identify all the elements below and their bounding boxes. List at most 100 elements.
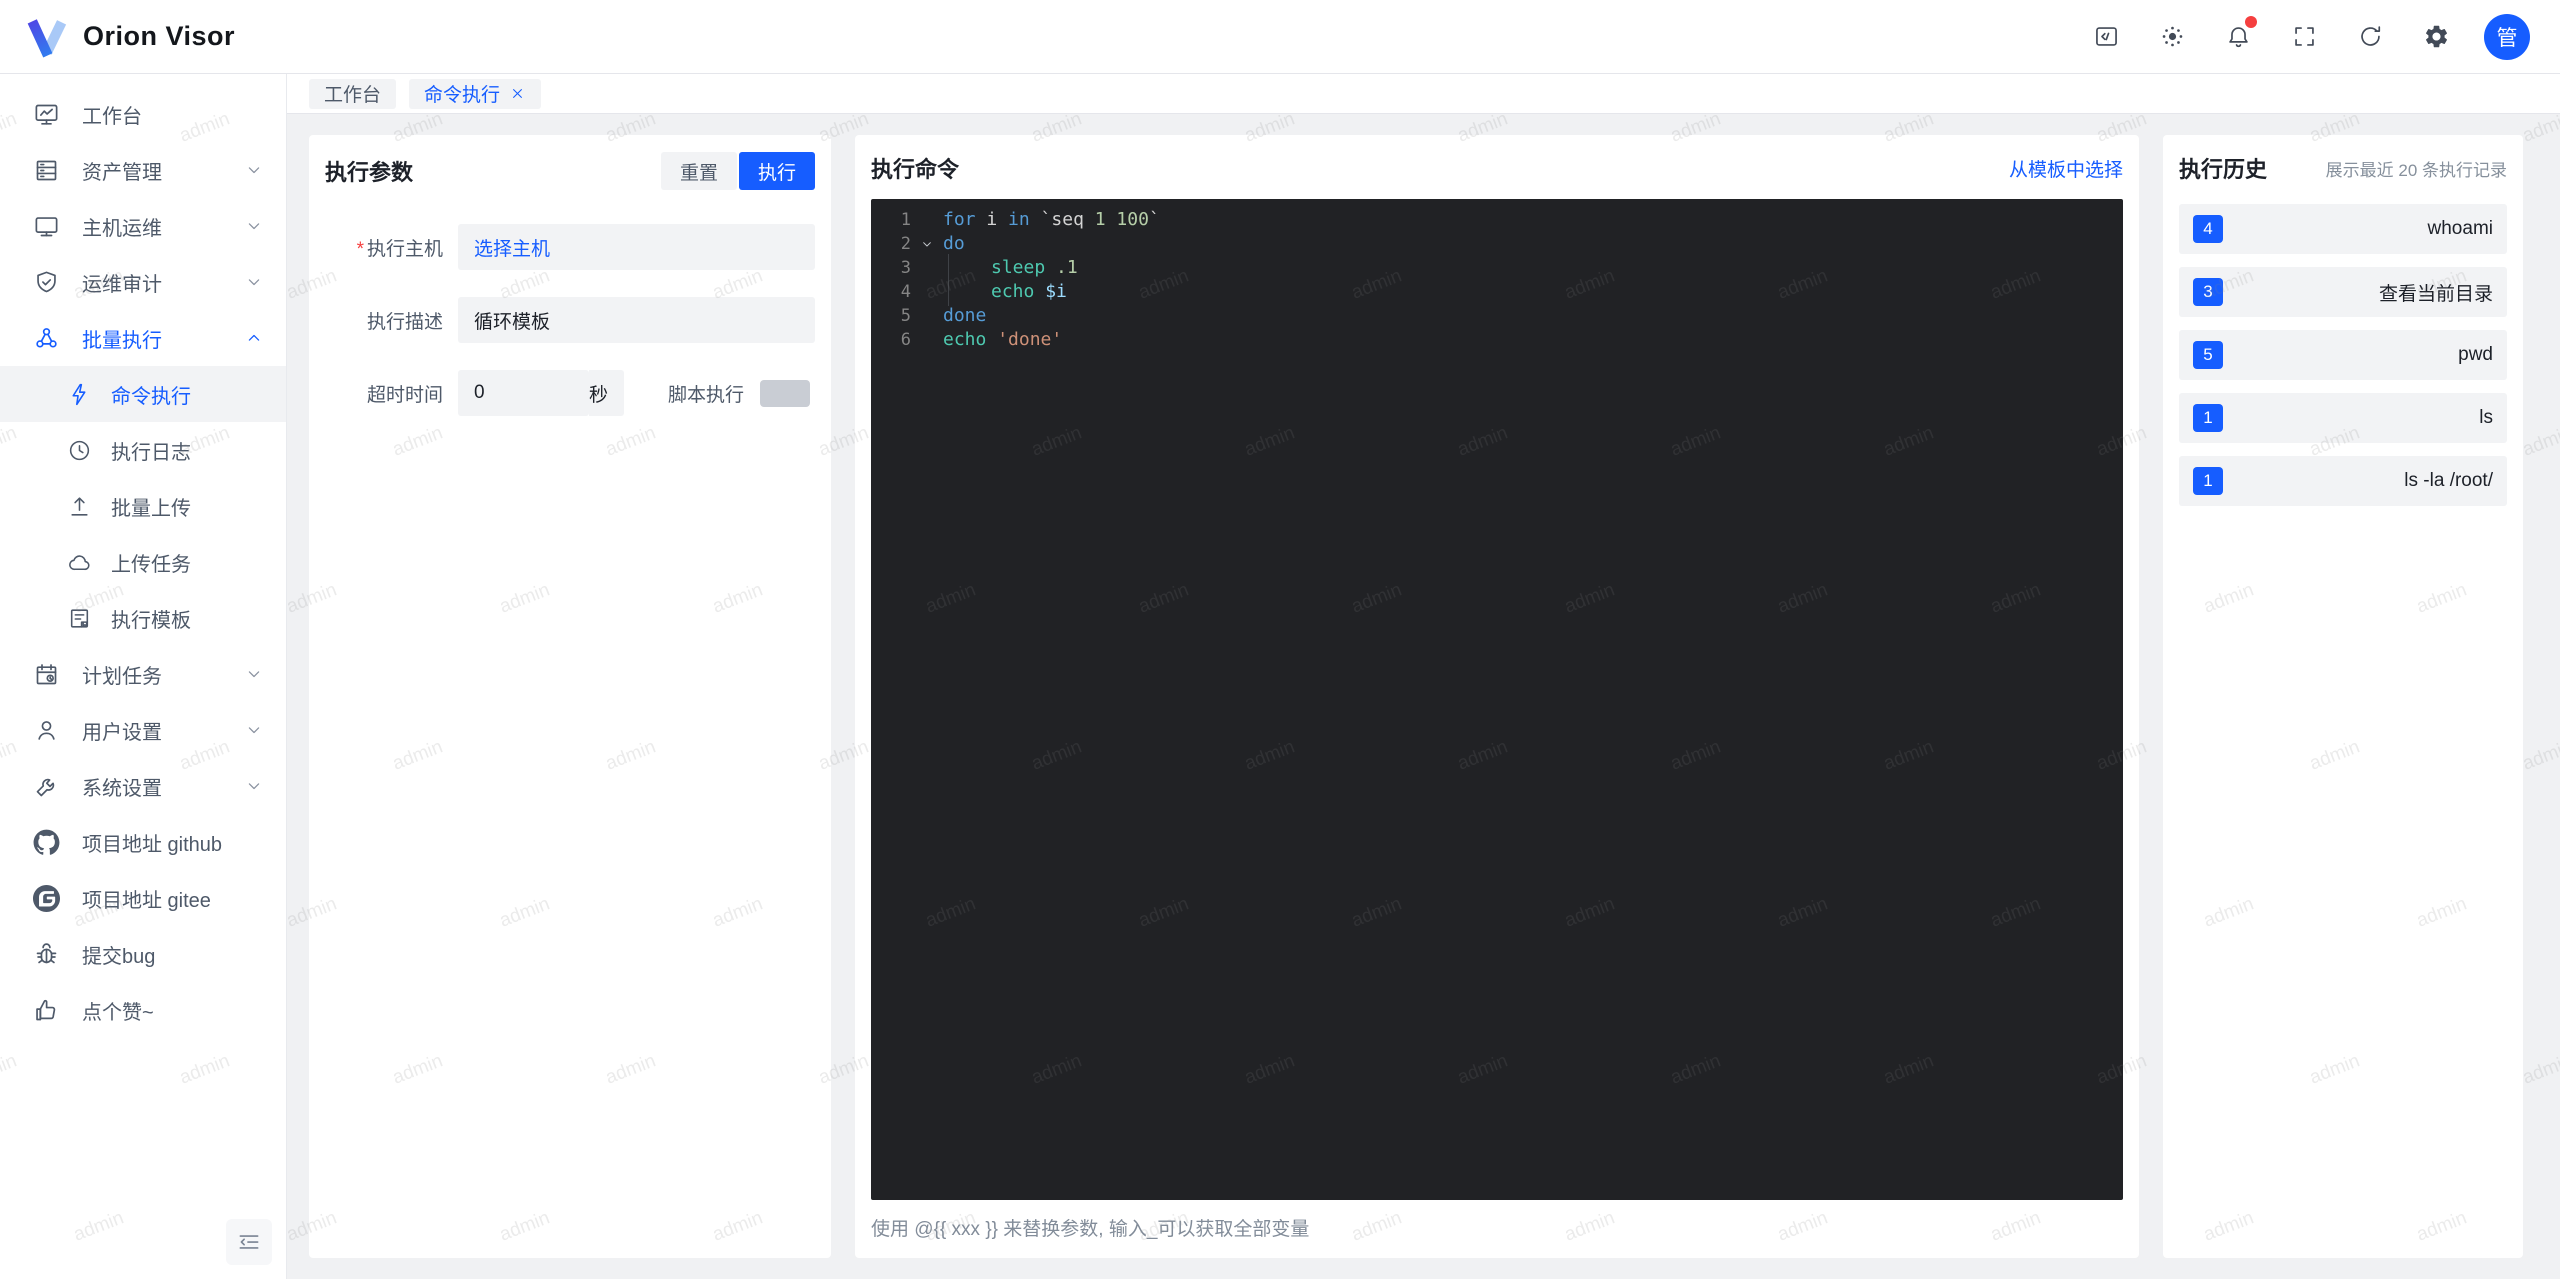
sidebar-item-label: 主机运维 xyxy=(82,217,162,240)
code-token: 'done' xyxy=(997,329,1063,350)
main-area: 工作台 命令执行 执行参数 重置 执行 执行主机 选择主机 xyxy=(287,74,2560,1279)
sidebar-item-label: 提交bug xyxy=(82,945,156,968)
sidebar-item-label: 执行模板 xyxy=(111,609,191,632)
sidebar-item-system-settings[interactable]: 系统设置 xyxy=(0,758,286,814)
timeout-label: 超时时间 xyxy=(366,384,443,406)
sidebar-item-github[interactable]: 项目地址 github xyxy=(0,814,286,870)
fold-chevron-icon xyxy=(911,236,943,252)
exec-command-panel: 执行命令 从模板中选择 1 for i in `seq 1 100` 2 do 3 sle… xyxy=(855,135,2139,1258)
code-token: sleep xyxy=(991,257,1046,278)
host-select-field[interactable]: 选择主机 xyxy=(458,224,815,270)
user-avatar[interactable]: 管 xyxy=(2484,13,2530,60)
code-token: 1 100 xyxy=(1094,209,1149,230)
code-icon[interactable] xyxy=(2084,15,2128,59)
host-select-link[interactable]: 选择主机 xyxy=(474,234,550,261)
sidebar-collapse-button[interactable] xyxy=(226,1219,272,1265)
sidebar-item-workbench[interactable]: 工作台 xyxy=(0,86,286,142)
history-command: whoami xyxy=(2427,218,2493,239)
timeout-unit: 秒 xyxy=(588,370,624,416)
chevron-up-icon xyxy=(244,328,264,348)
logo-v-icon xyxy=(24,15,68,59)
exec-params-panel: 执行参数 重置 执行 执行主机 选择主机 执行描述 xyxy=(309,135,831,1258)
run-button[interactable]: 执行 xyxy=(738,152,815,190)
notification-bell-icon[interactable] xyxy=(2216,15,2260,59)
sidebar-item-submit-bug[interactable]: 提交bug xyxy=(0,926,286,982)
code-token: done xyxy=(943,305,987,326)
select-from-template-link[interactable]: 从模板中选择 xyxy=(2009,155,2123,182)
code-line: 1 for i in `seq 1 100` xyxy=(871,208,2123,232)
sidebar-item-host-ops[interactable]: 主机运维 xyxy=(0,198,286,254)
notification-dot xyxy=(2245,15,2257,28)
execution-count-badge: 3 xyxy=(2193,278,2223,306)
app-logo: Orion Visor xyxy=(24,15,235,59)
batch-exec-icon xyxy=(33,325,60,352)
sidebar-item-assets[interactable]: 资产管理 xyxy=(0,142,286,198)
sidebar-item-gitee[interactable]: 项目地址 gitee xyxy=(0,870,286,926)
tab-label: 命令执行 xyxy=(424,85,501,106)
history-item[interactable]: 5 pwd xyxy=(2179,330,2507,380)
history-command: ls -la /root/ xyxy=(2404,470,2493,491)
sidebar-item-label: 命令执行 xyxy=(111,385,191,408)
fullscreen-icon[interactable] xyxy=(2282,15,2326,59)
chevron-down-icon xyxy=(244,776,264,796)
refresh-icon[interactable] xyxy=(2348,15,2392,59)
line-number: 6 xyxy=(900,330,911,350)
code-token: do xyxy=(943,233,965,254)
description-label: 执行描述 xyxy=(366,311,443,333)
user-icon xyxy=(33,717,60,744)
exec-history-title: 执行历史 xyxy=(2179,157,2268,182)
sidebar-item-scheduled-task[interactable]: 计划任务 xyxy=(0,646,286,702)
tab-工作台[interactable]: 工作台 xyxy=(309,78,397,109)
history-item[interactable]: 1 ls -la /root/ xyxy=(2179,456,2507,506)
command-code-editor[interactable]: 1 for i in `seq 1 100` 2 do 3 sleep .1 4 echo $… xyxy=(871,199,2123,1200)
asset-icon xyxy=(33,157,60,184)
sidebar-item-label: 上传任务 xyxy=(111,553,191,576)
menu-fold-icon xyxy=(236,1229,262,1255)
code-text: sleep .1 xyxy=(943,254,1078,282)
sidebar-item-command-exec[interactable]: 命令执行 xyxy=(0,366,286,422)
calendar-icon xyxy=(33,661,60,688)
sidebar-item-like[interactable]: 点个赞~ xyxy=(0,982,286,1038)
sidebar-item-exec-log[interactable]: 执行日志 xyxy=(0,422,286,478)
timeout-input[interactable] xyxy=(458,370,589,416)
sidebar-item-label: 运维审计 xyxy=(82,273,162,296)
history-command: pwd xyxy=(2458,344,2493,365)
sidebar-item-upload-task[interactable]: 上传任务 xyxy=(0,534,286,590)
host-icon xyxy=(33,213,60,240)
exec-history-subtitle: 展示最近 20 条执行记录 xyxy=(2325,160,2507,180)
sidebar-item-user-settings[interactable]: 用户设置 xyxy=(0,702,286,758)
code-text: do xyxy=(943,232,965,256)
script-toggle[interactable] xyxy=(760,379,811,407)
wrench-icon xyxy=(33,773,60,800)
history-item[interactable]: 3 查看当前目录 xyxy=(2179,267,2507,317)
editor-hint: 使用 @{{ xxx }} 来替换参数, 输入_可以获取全部变量 xyxy=(871,1219,1310,1240)
execution-count-badge: 1 xyxy=(2193,467,2223,495)
close-icon xyxy=(509,85,526,102)
sidebar-item-label: 计划任务 xyxy=(82,665,162,688)
sidebar-item-label: 项目地址 gitee xyxy=(82,889,211,912)
sidebar-item-audit[interactable]: 运维审计 xyxy=(0,254,286,310)
sidebar: 工作台资产管理主机运维运维审计批量执行命令执行执行日志 批量上传上传任务执行模板计… xyxy=(0,74,287,1279)
code-token: echo xyxy=(943,329,987,350)
sidebar-item-batch-upload[interactable]: 批量上传 xyxy=(0,478,286,534)
template-icon xyxy=(67,606,92,631)
settings-gear-icon[interactable] xyxy=(2414,15,2458,59)
lightning-icon xyxy=(67,382,92,407)
reset-button[interactable]: 重置 xyxy=(660,152,737,190)
code-token: ` xyxy=(1148,209,1160,230)
code-text: echo 'done' xyxy=(943,328,1062,352)
sidebar-item-exec-template[interactable]: 执行模板 xyxy=(0,590,286,646)
bug-icon xyxy=(33,941,60,968)
sidebar-item-batch-exec[interactable]: 批量执行 xyxy=(0,310,286,366)
sidebar-item-label: 资产管理 xyxy=(82,161,162,184)
tab-label: 工作台 xyxy=(324,85,382,106)
code-line: 2 do xyxy=(871,232,2123,256)
tab-命令执行[interactable]: 命令执行 xyxy=(409,78,542,109)
line-number: 4 xyxy=(900,282,911,302)
description-input[interactable] xyxy=(458,297,815,343)
cloud-icon xyxy=(67,550,92,575)
dashboard-icon xyxy=(33,101,60,128)
history-item[interactable]: 1 ls xyxy=(2179,393,2507,443)
theme-icon[interactable] xyxy=(2150,15,2194,59)
history-item[interactable]: 4 whoami xyxy=(2179,204,2507,254)
